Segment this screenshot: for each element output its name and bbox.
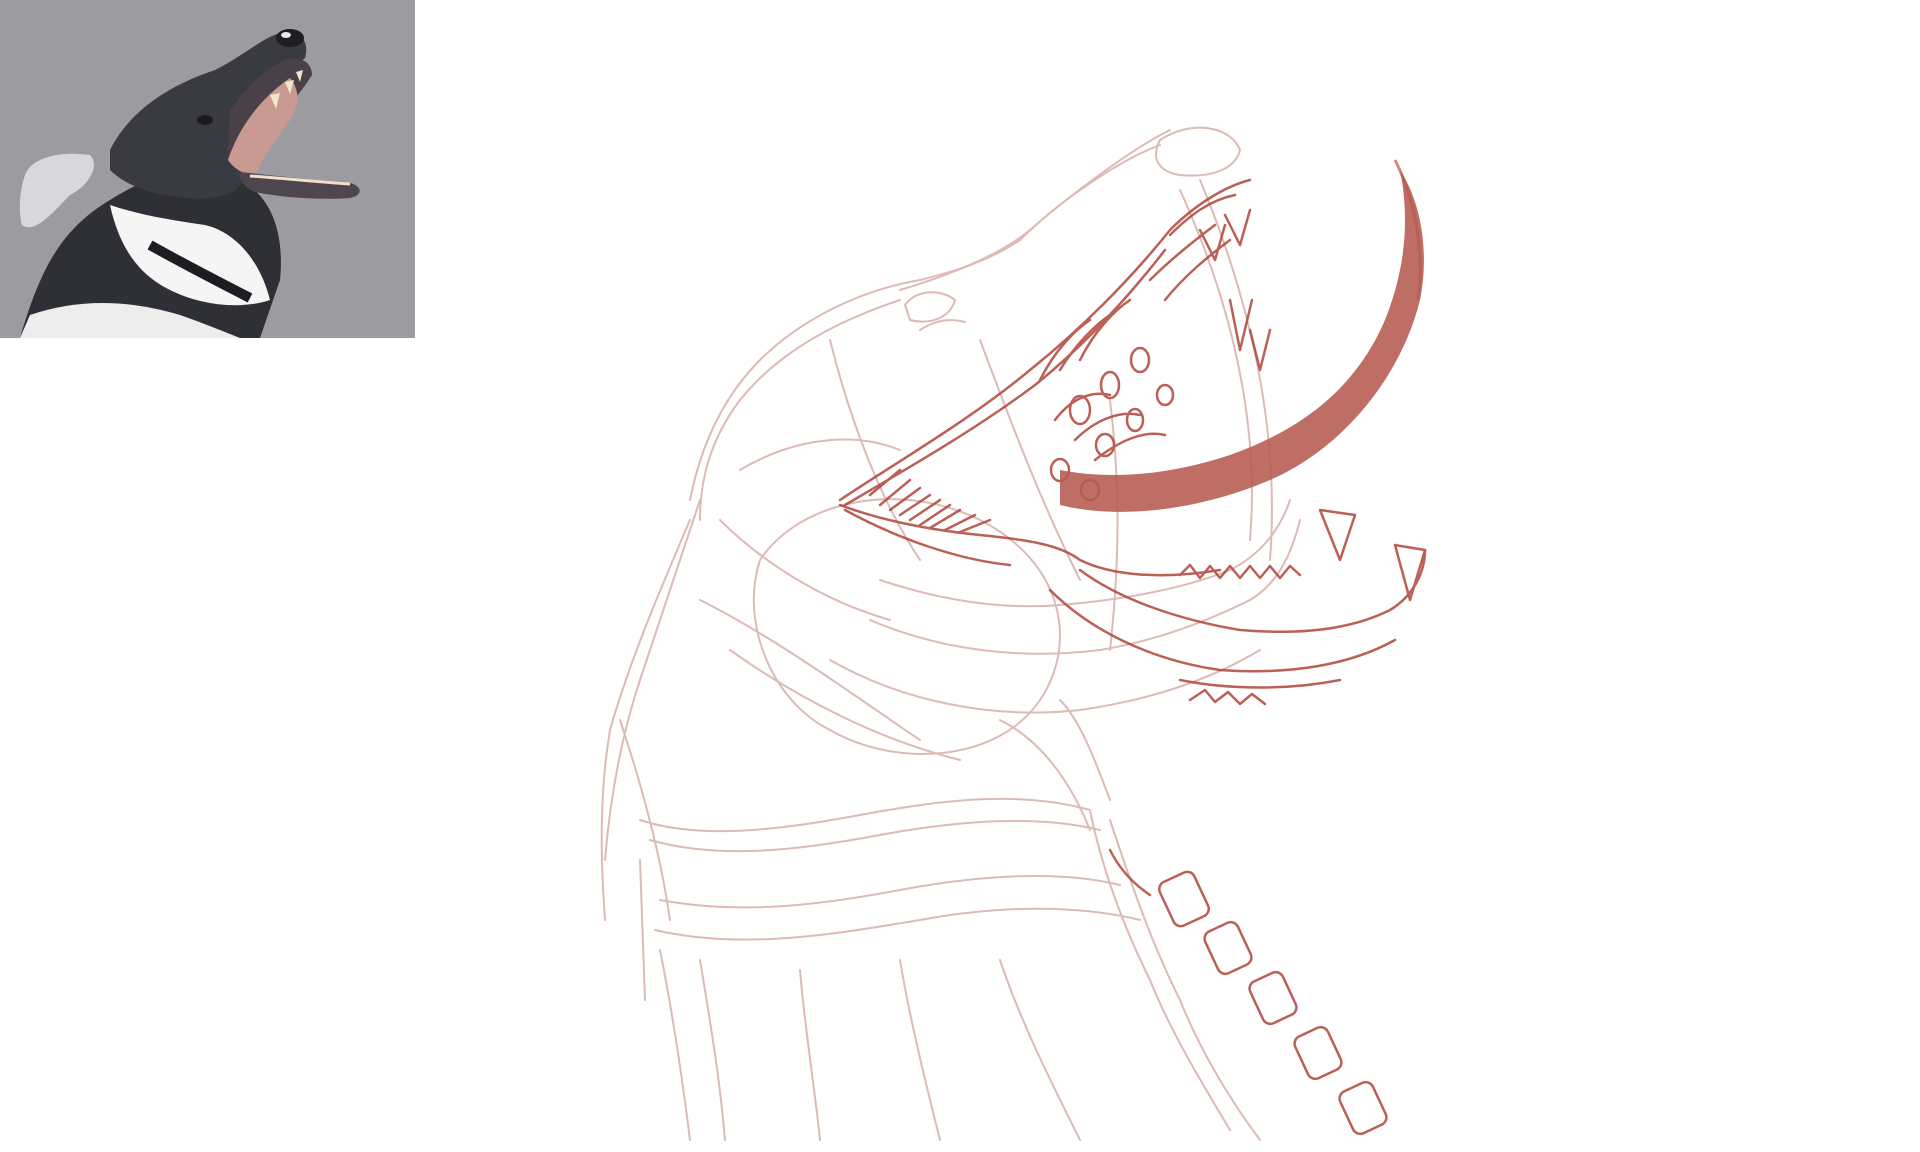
sketch-layer[interactable]: [0, 0, 1920, 1152]
wolf-sketch-drawing: [600, 126, 1427, 1141]
drawing-canvas[interactable]: [0, 0, 1920, 1152]
